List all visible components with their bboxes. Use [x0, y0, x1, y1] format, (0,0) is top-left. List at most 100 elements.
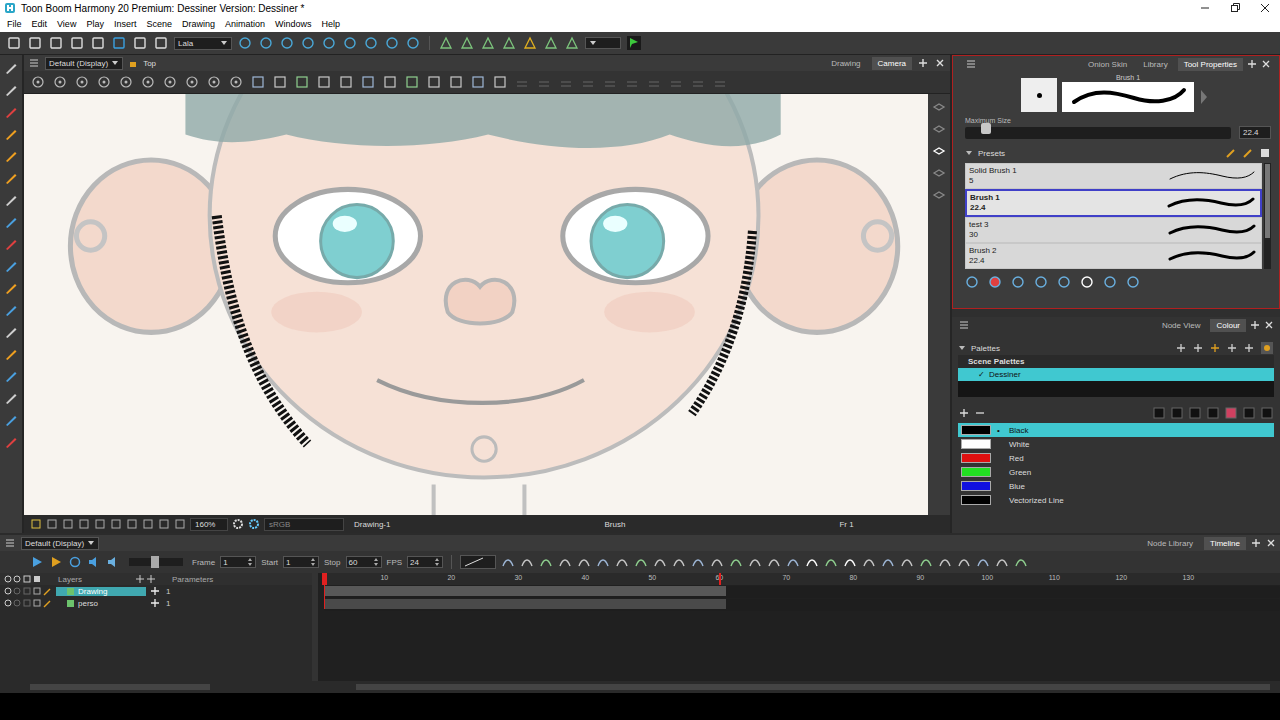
tool-icon[interactable]	[4, 281, 18, 295]
camera-tool-icon[interactable]	[228, 74, 244, 90]
preset-menu-icon[interactable]	[1259, 147, 1271, 159]
lock-icon[interactable]	[128, 58, 138, 68]
collapse-arrow-icon[interactable]	[965, 149, 973, 157]
brush-option-icon[interactable]	[1011, 275, 1025, 289]
layer-track[interactable]	[324, 599, 1280, 611]
toolbar-icon[interactable]	[69, 35, 85, 51]
tool-icon[interactable]	[4, 303, 18, 317]
preset-item[interactable]: Solid Brush 15	[965, 163, 1262, 189]
layer-mode-icon[interactable]	[932, 122, 946, 136]
timeline-tool-icon[interactable]	[805, 555, 819, 569]
brush-stroke-preview[interactable]	[1062, 82, 1194, 112]
add-view-icon[interactable]	[1247, 59, 1257, 69]
status-icon[interactable]	[142, 518, 154, 530]
timeline-tool-icon[interactable]	[691, 555, 705, 569]
camera-tool-icon[interactable]	[360, 74, 376, 90]
toolbar-icon[interactable]	[438, 35, 454, 51]
camera-tool-icon[interactable]	[580, 74, 596, 90]
toolbar-icon[interactable]	[342, 35, 358, 51]
layers-scrollbar[interactable]	[30, 684, 210, 690]
timeline-tool-icon[interactable]	[634, 555, 648, 569]
timeline-tool-icon[interactable]	[919, 555, 933, 569]
timeline-tool-icon[interactable]	[995, 555, 1009, 569]
panel-menu-icon[interactable]	[965, 58, 977, 70]
menu-item[interactable]: Windows	[270, 19, 317, 29]
timeline-tool-icon[interactable]	[729, 555, 743, 569]
layer-toggles-icon[interactable]	[4, 574, 44, 584]
menu-item[interactable]: Drawing	[177, 19, 220, 29]
status-icon[interactable]	[78, 518, 90, 530]
flag-icon[interactable]	[626, 35, 642, 51]
toolbar-icon[interactable]	[153, 35, 169, 51]
status-icon[interactable]	[46, 518, 58, 530]
max-size-slider[interactable]	[965, 127, 1231, 139]
toolbar-icon[interactable]	[480, 35, 496, 51]
palette-check[interactable]: ✓	[978, 370, 985, 379]
timeline-tool-icon[interactable]	[938, 555, 952, 569]
layer-mode-icon[interactable]	[932, 188, 946, 202]
brush-option-icon[interactable]	[1034, 275, 1048, 289]
camera-tool-icon[interactable]	[470, 74, 486, 90]
menu-item[interactable]: File	[2, 19, 27, 29]
toolbar-icon[interactable]	[48, 35, 64, 51]
layer-row[interactable]: perso1	[0, 597, 312, 609]
view-preset-dropdown[interactable]: Default (Display)	[45, 57, 123, 70]
add-view-icon[interactable]	[917, 57, 929, 69]
zoom-field[interactable]: 160%	[190, 518, 228, 531]
layer-mode-icon[interactable]	[932, 166, 946, 180]
brush-option-icon[interactable]	[965, 275, 979, 289]
spin-arrows-icon[interactable]	[247, 557, 253, 567]
tool-icon[interactable]	[4, 105, 18, 119]
add-view-icon[interactable]	[1250, 320, 1260, 330]
tool-icon[interactable]	[4, 325, 18, 339]
camera-tool-icon[interactable]	[184, 74, 200, 90]
timeline-tool-icon[interactable]	[653, 555, 667, 569]
timeline-tool-icon[interactable]	[957, 555, 971, 569]
add-colour-icon[interactable]	[958, 407, 970, 419]
timeline-tool-icon[interactable]	[976, 555, 990, 569]
toolbar-icon[interactable]	[90, 35, 106, 51]
frame-field[interactable]: 24	[407, 556, 443, 568]
timeline-tool-icon[interactable]	[824, 555, 838, 569]
toolbar-icon[interactable]	[459, 35, 475, 51]
timeline-tool-icon[interactable]	[672, 555, 686, 569]
toolbar-dropdown[interactable]	[585, 37, 621, 49]
timeline-tool-icon[interactable]	[577, 555, 591, 569]
brush-option-icon[interactable]	[988, 275, 1002, 289]
colour-tool-icon[interactable]	[1170, 406, 1184, 420]
camera-tool-icon[interactable]	[382, 74, 398, 90]
timeline-tool-icon[interactable]	[710, 555, 724, 569]
frame-field[interactable]: 60	[346, 556, 382, 568]
close-icon[interactable]	[1250, 1, 1280, 15]
toolbar-icon[interactable]	[237, 35, 253, 51]
toolbar-icon[interactable]	[132, 35, 148, 51]
status-icon[interactable]	[126, 518, 138, 530]
gear-icon[interactable]	[248, 518, 260, 530]
timeline-tool-icon[interactable]	[539, 555, 553, 569]
gear-icon[interactable]	[232, 518, 244, 530]
timeline-tool-icon[interactable]	[596, 555, 610, 569]
panel-tab[interactable]: Onion Skin	[1082, 58, 1133, 71]
brush-option-icon[interactable]	[1103, 275, 1117, 289]
toolbar-icon[interactable]	[501, 35, 517, 51]
close-view-icon[interactable]	[934, 57, 946, 69]
tool-icon[interactable]	[4, 215, 18, 229]
layer-row[interactable]: Drawing1	[0, 585, 312, 597]
colour-item[interactable]: Red	[958, 451, 1274, 465]
timeline-tool-icon[interactable]	[748, 555, 762, 569]
toolbar-icon[interactable]	[384, 35, 400, 51]
toolbar-icon[interactable]	[111, 35, 127, 51]
slider-thumb[interactable]	[981, 123, 991, 134]
layer-add-icon[interactable]	[136, 574, 166, 584]
palette-tool-icon[interactable]	[1175, 342, 1187, 354]
camera-tool-icon[interactable]	[690, 74, 706, 90]
timeline-tool-icon[interactable]	[767, 555, 781, 569]
minimize-icon[interactable]	[1190, 1, 1220, 15]
status-icon[interactable]	[30, 518, 42, 530]
status-icon[interactable]	[94, 518, 106, 530]
sound-scrub-icon[interactable]	[106, 555, 120, 569]
colour-item[interactable]: White	[958, 437, 1274, 451]
view-menu-icon[interactable]	[28, 57, 40, 69]
workspace-dropdown[interactable]: Lala	[174, 37, 232, 50]
camera-tool-icon[interactable]	[294, 74, 310, 90]
